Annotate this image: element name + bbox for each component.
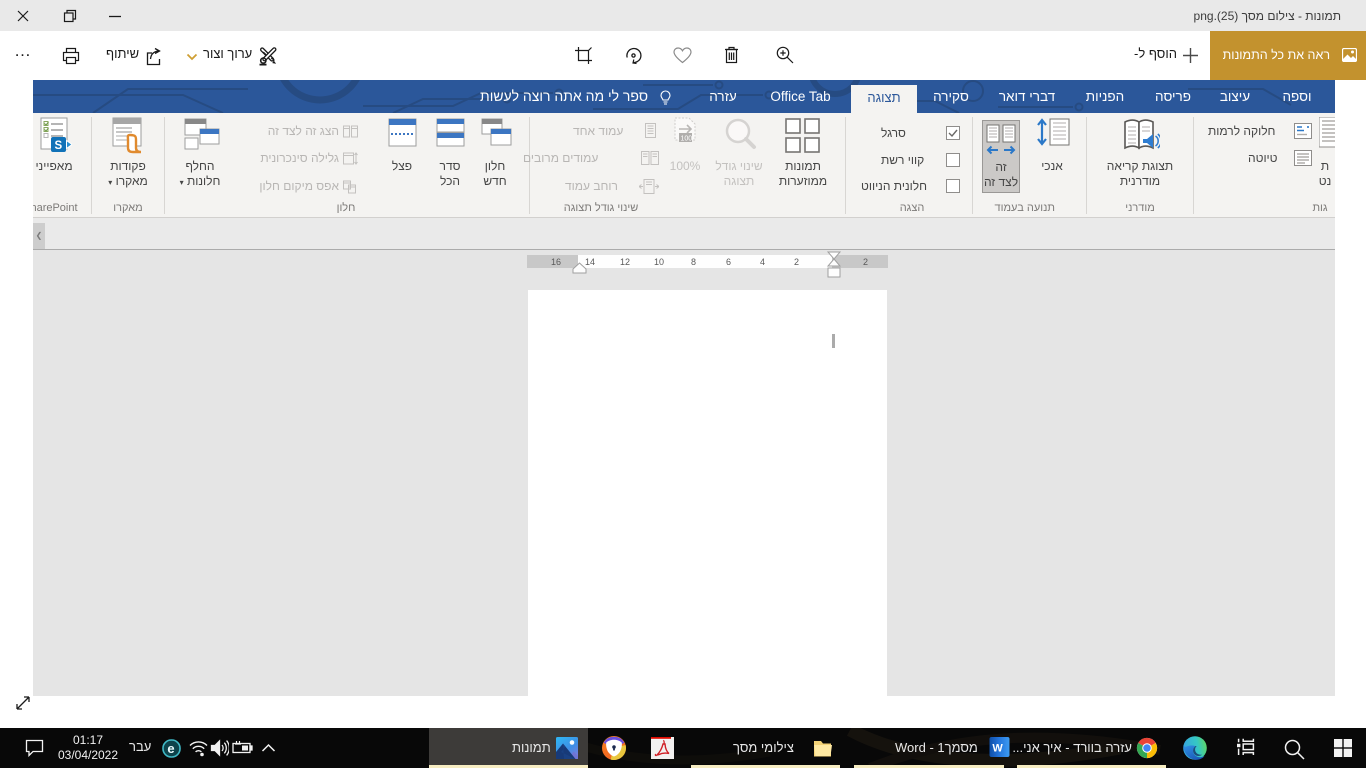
svg-text:S: S (55, 140, 63, 152)
svg-text:e: e (167, 741, 174, 756)
svg-text:W: W (992, 743, 1003, 755)
svg-text:100: 100 (681, 136, 693, 143)
